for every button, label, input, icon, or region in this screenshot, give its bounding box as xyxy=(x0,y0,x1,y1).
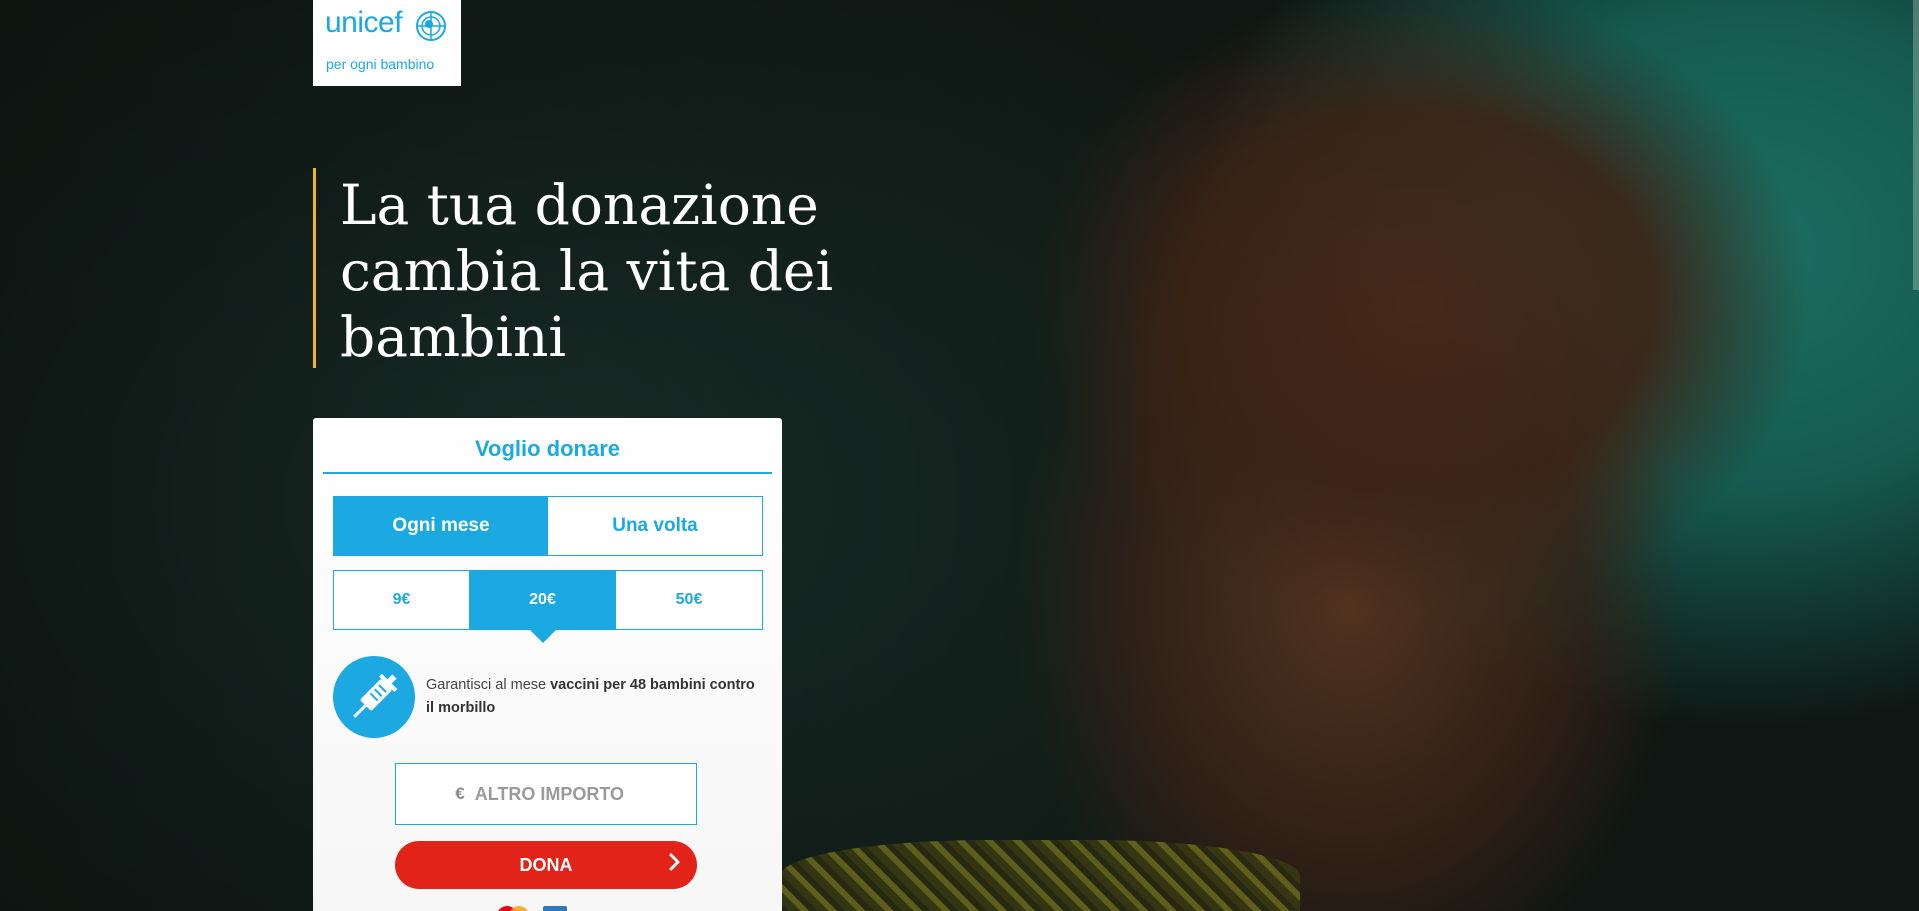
headline-accent-bar xyxy=(313,168,316,368)
currency-symbol: € xyxy=(455,784,465,803)
unicef-logo[interactable]: unicef per ogni bambino xyxy=(313,0,461,86)
frequency-toggle: Ogni mese Una volta xyxy=(333,496,763,556)
hero-background-photo xyxy=(0,0,1919,911)
donation-card: Voglio donare Ogni mese Una volta 9€ 20€… xyxy=(313,418,782,911)
impact-message: Garantisci al mese vaccini per 48 bambin… xyxy=(333,656,763,740)
other-amount-input[interactable] xyxy=(472,782,637,806)
frequency-once-button[interactable]: Una volta xyxy=(548,497,762,555)
donate-button[interactable]: DONA xyxy=(395,841,697,889)
amex-icon xyxy=(543,906,567,911)
donate-button-label: DONA xyxy=(519,854,573,875)
donation-title-divider xyxy=(323,472,772,474)
impact-text-prefix: Garantisci al mese xyxy=(426,677,551,693)
amount-selector: 9€ 20€ 50€ xyxy=(333,570,763,643)
logo-wordmark: unicef xyxy=(325,6,403,39)
donation-title: Voglio donare xyxy=(474,436,621,461)
page-headline: La tua donazione cambia la vita dei bamb… xyxy=(340,173,834,369)
frequency-monthly-button[interactable]: Ogni mese xyxy=(334,497,548,555)
syringe-icon xyxy=(333,656,415,738)
mastercard-icon xyxy=(497,906,529,911)
impact-text: Garantisci al mese vaccini per 48 bambin… xyxy=(426,674,766,720)
logo-tagline: per ogni bambino xyxy=(326,56,435,72)
landing-page: unicef per ogni bambino La tua donazione… xyxy=(0,0,1919,911)
hero-photo-fabric xyxy=(780,840,1300,911)
chevron-right-icon xyxy=(669,853,680,871)
unicef-emblem-icon xyxy=(416,11,446,41)
other-amount-field[interactable]: € xyxy=(395,763,697,825)
amount-option-50[interactable]: 50€ xyxy=(616,571,762,629)
page-scrollbar[interactable] xyxy=(1913,0,1919,290)
amount-option-9[interactable]: 9€ xyxy=(334,571,470,629)
payment-methods xyxy=(413,906,567,911)
amount-option-20[interactable]: 20€ xyxy=(470,571,616,643)
